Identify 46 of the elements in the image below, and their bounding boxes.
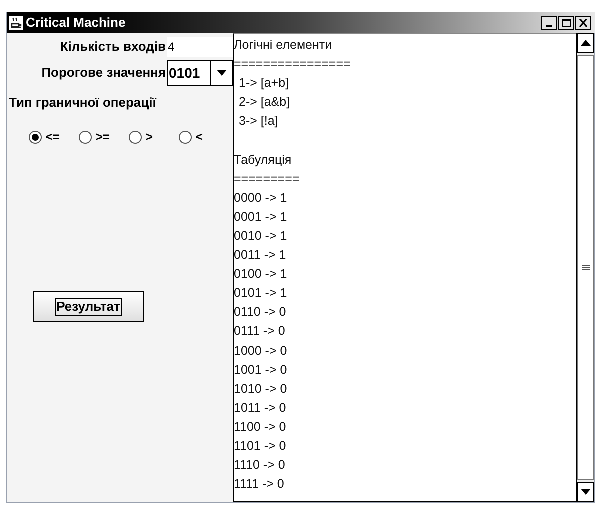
minimize-button[interactable]	[541, 16, 557, 30]
output-line: ================	[234, 57, 351, 72]
threshold-dropdown[interactable]: 0101	[167, 60, 233, 86]
output-line: 0010 -> 1	[234, 228, 288, 243]
maximize-button[interactable]	[558, 16, 574, 30]
radio-button[interactable]	[29, 130, 42, 144]
output-line: =========	[234, 172, 300, 186]
output-line: 2-> [a&b]	[239, 95, 290, 110]
output-line: 1101 -> 0	[234, 438, 286, 453]
output-line: Табуляція	[234, 152, 292, 167]
radio-button[interactable]	[179, 130, 192, 144]
scroll-up-icon[interactable]	[577, 33, 594, 53]
close-icon[interactable]	[578, 18, 588, 26]
scroll-down-icon[interactable]	[577, 482, 594, 502]
output-line: 0100 -> 1	[234, 267, 288, 282]
output-line: 3-> [!a]	[239, 114, 278, 128]
output-line: 0111 -> 0	[234, 324, 286, 338]
output-line: Логічні елементи	[234, 38, 332, 52]
close-button[interactable]	[575, 16, 591, 30]
result-button[interactable]: Результат	[33, 291, 144, 322]
output-line: 0101 -> 1	[234, 286, 288, 300]
inputs-label: Кількість входів	[59, 38, 167, 56]
output-line: 1-> [a+b]	[239, 76, 290, 90]
output-line: 1110 -> 0	[234, 458, 286, 472]
output-line: 0011 -> 1	[234, 248, 286, 262]
output-line: 1000 -> 0	[234, 344, 288, 358]
output-line: 1011 -> 0	[234, 400, 286, 415]
radio-label: <	[196, 129, 204, 146]
radio-label: <=	[46, 129, 60, 146]
window-title: Critical Machine	[26, 14, 126, 32]
operation-label: Тип граничної операції	[9, 95, 156, 110]
coffee-cup-icon	[9, 16, 23, 30]
radio-button[interactable]	[79, 130, 92, 144]
radio-label: >	[146, 129, 154, 146]
output-text-area[interactable]	[233, 33, 578, 502]
output-line: 0001 -> 1	[234, 210, 288, 224]
output-line: 1100 -> 0	[234, 420, 286, 434]
threshold-label: Порогове значення	[40, 64, 167, 82]
radio-button[interactable]	[129, 130, 142, 144]
inputs-field[interactable]: 4	[167, 37, 233, 57]
radio-label: >=	[96, 129, 110, 146]
output-line: 1111 -> 0	[234, 477, 284, 492]
output-line: 0000 -> 1	[234, 190, 288, 205]
output-line: 1010 -> 0	[234, 382, 288, 396]
output-line: 1001 -> 0	[234, 362, 288, 377]
output-line: 0110 -> 0	[234, 305, 286, 320]
